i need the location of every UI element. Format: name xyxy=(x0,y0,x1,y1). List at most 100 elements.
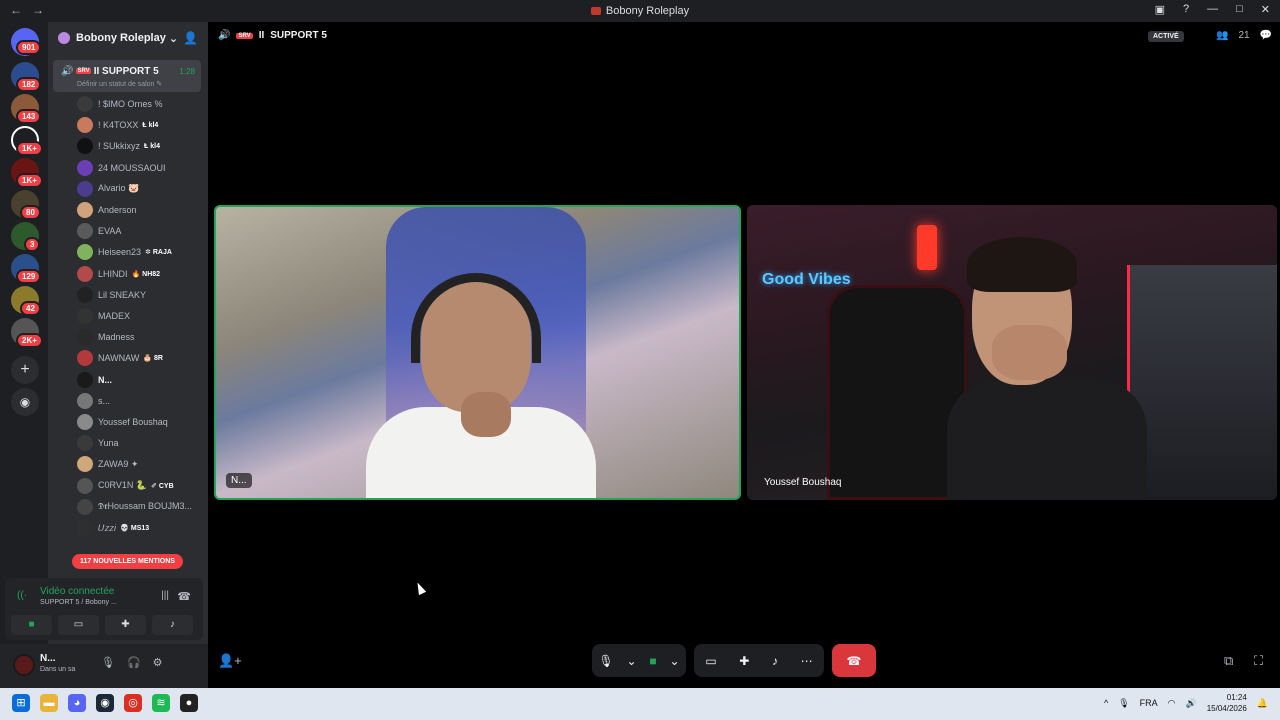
voice-member[interactable]: Youssef Boushaq xyxy=(77,412,168,432)
chevron-up-icon[interactable]: ^ xyxy=(1104,698,1108,708)
voice-member[interactable]: Lil SNEAKY xyxy=(77,285,146,305)
chevron-down-icon[interactable]: ⌄ xyxy=(627,654,637,668)
file-explorer-icon[interactable]: ▬ xyxy=(40,694,58,712)
camera-icon[interactable]: ■ xyxy=(649,654,656,668)
voice-member[interactable]: LHINDI 🔥 NH82 xyxy=(77,264,160,284)
soundboard-icon[interactable]: ♪ xyxy=(772,654,778,668)
more-icon[interactable]: ⋯ xyxy=(801,654,813,668)
clock[interactable]: 01:24 15/04/2026 xyxy=(1207,692,1247,714)
wifi-icon[interactable]: ◠ xyxy=(1168,698,1176,709)
voice-member[interactable]: 𝑈𝑧𝑧𝑖 💀 MS13 xyxy=(77,518,149,538)
voice-member[interactable]: MADEX xyxy=(77,306,130,326)
member-name: Youssef Boushaq xyxy=(98,417,168,427)
new-mentions-pill[interactable]: 117 NOUVELLES MENTIONS xyxy=(72,554,183,569)
voice-member[interactable]: Madness xyxy=(77,327,135,347)
channel-prefix: II xyxy=(258,30,265,41)
invite-icon[interactable]: 👤+ xyxy=(218,653,242,669)
headset-icon[interactable]: 🎧 xyxy=(127,656,141,669)
voice-member[interactable]: s... xyxy=(77,391,110,411)
mic-icon[interactable]: 🎙 xyxy=(598,654,613,668)
soundboard-button[interactable]: ♪ xyxy=(152,615,193,635)
server-badge: 1K+ xyxy=(16,141,43,156)
connection-subtitle[interactable]: SUPPORT 5 / Bobony ... xyxy=(40,599,117,606)
voice-channel-support5[interactable]: 🔊 SRV II SUPPORT 5 1:28 Définir un statut … xyxy=(53,60,201,92)
voice-member[interactable]: C0RV1N 🐍 ✐ CYB xyxy=(77,476,174,496)
volume-icon[interactable]: 🔊 xyxy=(1186,698,1197,709)
chat-icon[interactable]: 💬 xyxy=(1260,30,1272,41)
add-server-icon[interactable]: + xyxy=(11,356,39,384)
video-tile-1[interactable]: N... xyxy=(214,205,741,500)
discord-taskbar-icon[interactable]: ◕ xyxy=(68,694,86,712)
voice-member[interactable]: Heiseen23 ✲ RAJA xyxy=(77,242,172,262)
notification-icon[interactable]: 🔔 xyxy=(1257,698,1268,709)
channel-status-placeholder[interactable]: Définir un statut de salon ✎ xyxy=(77,80,162,88)
video-tile-2[interactable]: Good Vibes Youssef Boushaq xyxy=(747,205,1277,500)
avatar xyxy=(77,371,93,388)
fullscreen-icon[interactable]: ⛶ xyxy=(1254,653,1263,669)
close-button[interactable]: ✕ xyxy=(1261,3,1270,16)
member-tag: Ⱡ kl4 xyxy=(142,121,159,129)
video-button[interactable]: ■ xyxy=(11,615,52,635)
server-badge: 129 xyxy=(16,269,42,284)
voice-member[interactable]: ! SUkkixyz Ⱡ kl4 xyxy=(77,136,160,156)
avatar[interactable] xyxy=(13,654,35,676)
chevron-down-icon[interactable]: ⌄ xyxy=(670,654,680,668)
voice-member[interactable]: ! K4TOXX Ⱡ kl4 xyxy=(77,115,158,135)
maximize-button[interactable]: □ xyxy=(1236,3,1243,16)
screenshare-icon[interactable]: ▭ xyxy=(705,654,716,668)
voice-member[interactable]: NAWNAW 🎂 8R xyxy=(77,348,163,368)
member-name: Lil SNEAKY xyxy=(98,289,147,300)
user-name[interactable]: N... xyxy=(40,653,56,664)
voice-member[interactable]: Anderson xyxy=(77,200,137,220)
avatar xyxy=(77,392,93,409)
member-name: N... xyxy=(98,374,113,385)
activities-icon[interactable]: ✚ xyxy=(739,654,749,668)
activity-badge[interactable]: ACTIVÉ xyxy=(1148,31,1184,42)
discover-icon[interactable]: ◉ xyxy=(11,388,39,416)
voice-member[interactable]: 24 MOUSSAOUI xyxy=(77,158,166,178)
screenshare-button[interactable]: ▭ xyxy=(58,615,99,635)
voice-member[interactable]: EVAA xyxy=(77,221,121,241)
add-member-icon[interactable]: 👤 xyxy=(183,31,198,45)
avatar xyxy=(77,435,93,452)
mic-icon[interactable]: 🎙 xyxy=(101,656,115,669)
app-icon[interactable]: ● xyxy=(180,694,198,712)
voice-member[interactable]: N... xyxy=(77,370,112,390)
activities-button[interactable]: ✚ xyxy=(105,615,146,635)
speaker-icon: 🔊 xyxy=(61,66,74,77)
connection-status[interactable]: Vidéo connectée xyxy=(40,586,114,597)
gaming-chair xyxy=(827,285,967,500)
help-icon[interactable]: ? xyxy=(1183,3,1189,16)
neon-sign: Good Vibes xyxy=(762,271,851,288)
disconnect-icon[interactable]: ☎ xyxy=(177,590,191,603)
popout-icon[interactable]: ⧉ xyxy=(1224,653,1233,669)
minimize-button[interactable]: — xyxy=(1207,3,1218,16)
member-tag: 🔥 NH82 xyxy=(131,270,161,278)
steam-icon[interactable]: ◉ xyxy=(96,694,114,712)
signal-icon[interactable]: ((· xyxy=(17,590,27,601)
spotify-icon[interactable]: ≋ xyxy=(152,694,170,712)
chrome-icon[interactable]: ◎ xyxy=(124,694,142,712)
member-name: Madness xyxy=(98,332,135,343)
voice-member[interactable]: ZAWA9 ✦ xyxy=(77,454,138,474)
mic-tray-icon[interactable]: 🎙 xyxy=(1118,698,1129,709)
avatar xyxy=(77,117,93,134)
avatar xyxy=(77,265,93,282)
voice-member[interactable]: Yuna xyxy=(77,433,119,453)
inbox-icon[interactable]: ▣ xyxy=(1155,3,1165,16)
settings-gear-icon[interactable]: ⚙ xyxy=(153,656,163,669)
voice-member[interactable]: 𝕯𝖗Houssam BOUJM3... xyxy=(77,497,192,517)
voice-member[interactable]: Alvario 🐷 xyxy=(77,179,139,199)
member-tag: ✐ CYB xyxy=(151,482,174,490)
language-indicator[interactable]: FRA xyxy=(1140,698,1158,708)
tile-name-label: N... xyxy=(226,473,252,488)
windows-start-icon[interactable]: ⊞ xyxy=(12,694,30,712)
title-bar: ← → Bobony Roleplay ▣ ? — □ ✕ xyxy=(0,0,1280,22)
hang-up-button[interactable]: ☎ xyxy=(832,644,876,677)
guild-header[interactable]: Bobony Roleplay ⌄ 👤 xyxy=(48,22,208,54)
voice-member[interactable]: ! $IMO Ornes % xyxy=(77,94,163,114)
member-name: ! SUkkixyz xyxy=(98,141,141,152)
participants-icon[interactable]: 👥 xyxy=(1216,30,1228,41)
server-badge: 2K+ xyxy=(16,333,43,348)
noise-suppression-icon[interactable]: ||| xyxy=(161,590,169,601)
